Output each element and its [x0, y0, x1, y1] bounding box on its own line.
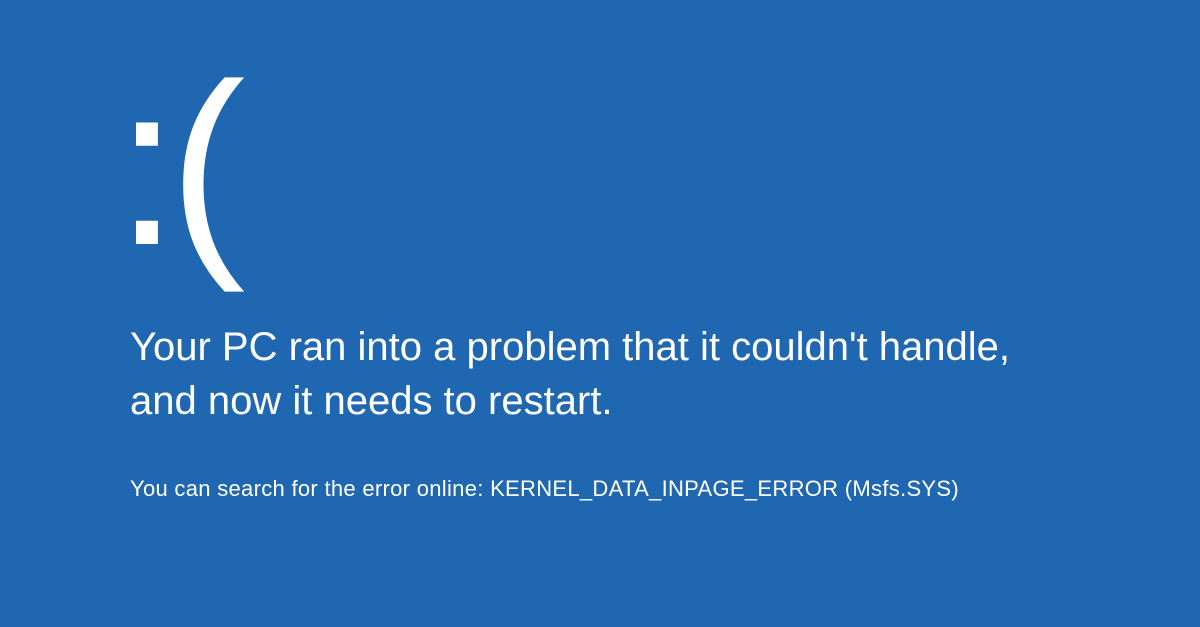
error-code-text: KERNEL_DATA_INPAGE_ERROR (Msfs.SYS) — [490, 476, 959, 501]
sad-face-icon: :( — [115, 50, 1070, 280]
error-prefix-text: You can search for the error online: — [130, 476, 490, 501]
error-detail-line: You can search for the error online: KER… — [130, 476, 1070, 502]
bsod-screen: :( Your PC ran into a problem that it co… — [0, 0, 1200, 502]
error-message: Your PC ran into a problem that it could… — [130, 320, 1070, 428]
